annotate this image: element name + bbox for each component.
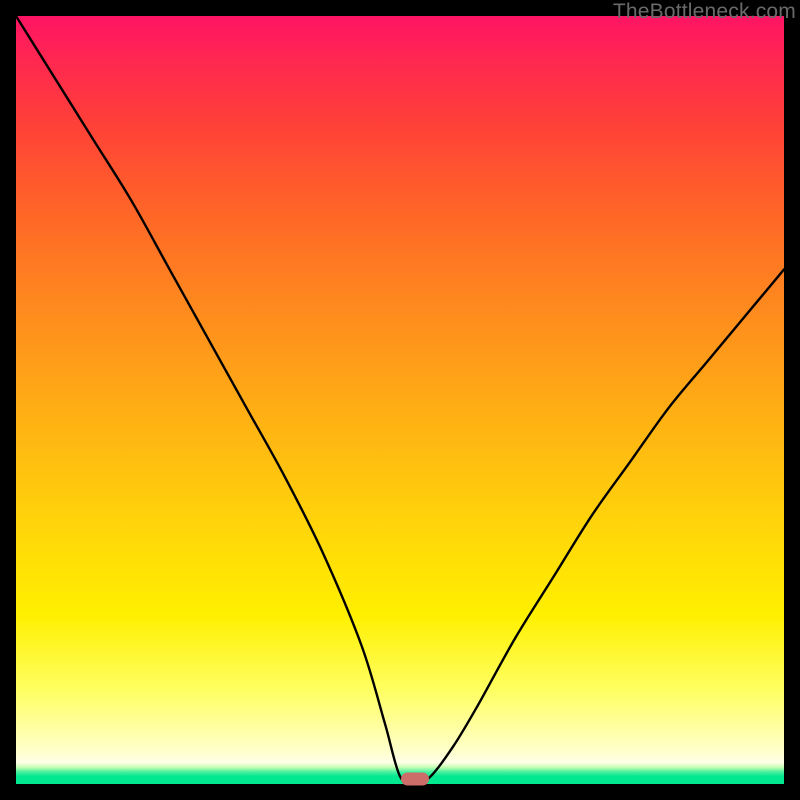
- bottleneck-curve: [16, 16, 784, 784]
- chart-frame: TheBottleneck.com: [0, 0, 800, 800]
- watermark-text: TheBottleneck.com: [613, 0, 796, 24]
- optimum-marker: [401, 773, 429, 786]
- plot-area: [16, 16, 784, 784]
